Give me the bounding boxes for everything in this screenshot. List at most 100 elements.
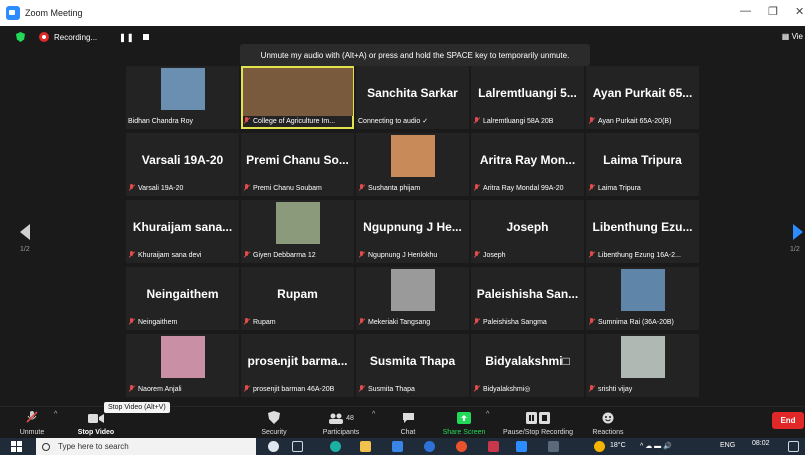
office-icon[interactable] [488, 441, 499, 452]
muted-mic-icon [473, 117, 480, 125]
security-button[interactable]: Security [258, 407, 290, 439]
participant-tile[interactable]: Paleishisha San... Paleishisha Sangma [471, 267, 584, 330]
participant-name-label: Paleishisha Sangma [483, 318, 547, 326]
participant-tile[interactable]: Libenthung Ezu... Libenthung Ezung 16A-2.… [586, 200, 699, 263]
chat-button[interactable]: Chat [396, 407, 420, 439]
participant-tile[interactable]: Rupam Rupam [241, 267, 354, 330]
participant-name-label: Bidyalakshmi◎ [483, 386, 531, 393]
participant-photo [620, 269, 665, 311]
share-options-caret-icon[interactable]: ^ [486, 411, 489, 418]
share-screen-label: Share Screen [442, 429, 486, 436]
page-indicator-right: 1/2 [790, 246, 800, 253]
security-label: Security [261, 429, 287, 436]
muted-mic-icon [243, 184, 250, 192]
participant-name-label: Lalremtluangi 58A 20B [483, 117, 554, 125]
participant-tile[interactable]: College of Agriculture Im... [241, 66, 354, 129]
participant-tile[interactable]: Neingaithem Neingaithem [126, 267, 239, 330]
participant-tile[interactable]: Mekeriaki Tangsang [356, 267, 469, 330]
participant-tile[interactable]: srishti vijay [586, 334, 699, 397]
audio-options-caret-icon[interactable]: ^ [54, 411, 57, 418]
next-page-icon[interactable] [793, 224, 803, 240]
participant-tile[interactable]: Bidhan Chandra Roy [126, 66, 239, 129]
reactions-button[interactable]: Reactions [590, 407, 626, 439]
participant-name-label: Libenthung Ezung 16A-2... [598, 251, 681, 259]
muted-mic-icon [473, 251, 480, 259]
participant-name-tag: Bidyalakshmi◎ [473, 384, 582, 394]
taskbar-search-box[interactable]: Type here to search [36, 438, 256, 455]
participant-tile[interactable]: Lalremtluangi 5... Lalremtluangi 58A 20B [471, 66, 584, 129]
participant-display-name: Ayan Purkait 65... [592, 86, 693, 100]
participant-name-label: Rupam [253, 318, 276, 326]
participant-photo [242, 68, 353, 116]
participant-tile[interactable]: prosenjit barma... prosenjit barman 46A-2… [241, 334, 354, 397]
participant-photo [390, 269, 435, 311]
system-tray-icons[interactable]: ^ ☁ ▬ 🔊 [640, 442, 672, 450]
edge-browser-icon[interactable] [330, 441, 341, 452]
muted-mic-icon [588, 251, 595, 259]
participant-name-label: Laima Tripura [598, 184, 641, 192]
clock-time[interactable]: 08:02 [752, 440, 770, 447]
participant-name-tag: Neingaithem [128, 317, 237, 327]
stop-recording-icon[interactable] [142, 34, 149, 40]
window-title: Zoom Meeting [25, 8, 83, 18]
participant-name-label: College of Agriculture Im... [253, 117, 336, 125]
participants-caret-icon[interactable]: ^ [372, 411, 375, 418]
end-meeting-button[interactable]: End [772, 412, 804, 429]
participant-tile[interactable]: Joseph Joseph [471, 200, 584, 263]
zoom-taskbar-icon[interactable] [424, 441, 435, 452]
participant-name-label: Mekeriaki Tangsang [368, 318, 431, 326]
pause-recording-icon[interactable]: ❚❚ [119, 33, 134, 42]
participant-name-label: Susmita Thapa [368, 385, 415, 393]
participant-name-tag: Libenthung Ezung 16A-2... [588, 250, 697, 260]
muted-mic-icon [473, 385, 480, 393]
share-screen-button[interactable]: Share Screen [440, 407, 488, 439]
windows-start-icon[interactable] [11, 441, 22, 452]
maximize-button[interactable]: ❐ [768, 5, 778, 18]
participant-tile[interactable]: Bidyalakshmi□ Bidyalakshmi◎ [471, 334, 584, 397]
mail-icon[interactable] [392, 441, 403, 452]
task-view-icon[interactable] [292, 441, 303, 452]
participant-display-name: Premi Chanu So... [246, 153, 349, 167]
participant-tile[interactable]: Giyen Debbarma 12 [241, 200, 354, 263]
recording-label: Recording... [54, 32, 98, 42]
view-button[interactable]: ▦ Vie [782, 32, 803, 41]
participant-tile[interactable]: Varsali 19A-20 Varsali 19A-20 [126, 133, 239, 196]
participants-button[interactable]: 48 Participants [320, 407, 362, 439]
firefox-icon[interactable] [456, 441, 467, 452]
cortana-icon[interactable] [268, 441, 279, 452]
participant-tile[interactable]: Khuraijam sana... Khuraijam sana devi [126, 200, 239, 263]
zoom-meeting-taskbar-icon[interactable] [516, 441, 527, 452]
app-taskbar-icon[interactable] [548, 441, 559, 452]
language-indicator[interactable]: ENG [720, 442, 735, 449]
participant-tile[interactable]: Sushanta phijam [356, 133, 469, 196]
pause-stop-icon [526, 412, 550, 424]
participant-tile[interactable]: Sumnima Rai (36A-20B) [586, 267, 699, 330]
participants-icon-group: 48 [328, 413, 354, 424]
participant-tile[interactable]: Susmita Thapa Susmita Thapa [356, 334, 469, 397]
participants-label: Participants [322, 429, 360, 436]
participant-tile[interactable]: Premi Chanu So... Premi Chanu Soubam [241, 133, 354, 196]
participant-name-label: Sushanta phijam [368, 184, 421, 192]
minimize-button[interactable]: — [740, 5, 751, 17]
file-explorer-icon[interactable] [360, 441, 371, 452]
participant-tile[interactable]: Laima Tripura Laima Tripura [586, 133, 699, 196]
close-button[interactable]: ✕ [795, 5, 804, 18]
zoom-logo-icon [6, 6, 20, 20]
participant-tile[interactable]: Sanchita Sarkar Connecting to audio ✓ [356, 66, 469, 129]
participant-name-label: Neingaithem [138, 318, 178, 326]
muted-mic-icon [243, 251, 250, 259]
chat-bubble-icon [402, 413, 414, 423]
participant-tile[interactable]: Naorem Anjali [126, 334, 239, 397]
unmute-button[interactable]: Unmute [18, 407, 46, 439]
participant-name-label: srishti vijay [598, 385, 633, 393]
participant-tile[interactable]: Ngupnung J He... Ngupnung J Henlokhu [356, 200, 469, 263]
participant-tile[interactable]: Aritra Ray Mon... Aritra Ray Mondal 99A-2… [471, 133, 584, 196]
previous-page-icon[interactable] [20, 224, 30, 240]
title-bar: Zoom Meeting — ❐ ✕ [0, 0, 805, 26]
muted-mic-icon [128, 251, 135, 259]
participant-tile[interactable]: Ayan Purkait 65... Ayan Purkait 65A-20(B) [586, 66, 699, 129]
encryption-shield-icon[interactable] [16, 32, 25, 42]
pause-stop-recording-button[interactable]: Pause/Stop Recording [498, 407, 578, 439]
search-icon [42, 442, 50, 451]
notifications-icon[interactable] [788, 441, 799, 452]
